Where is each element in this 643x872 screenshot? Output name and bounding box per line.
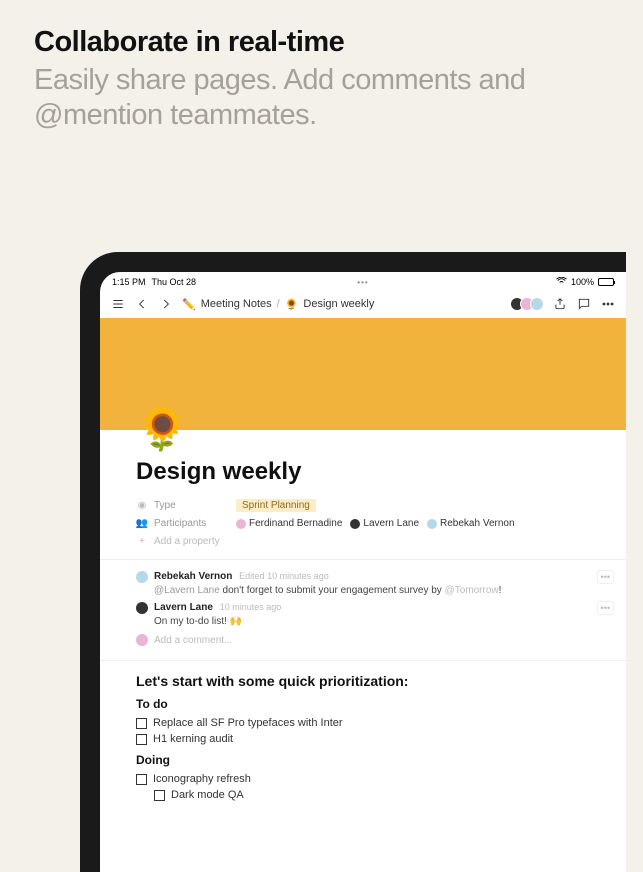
wifi-icon bbox=[556, 277, 567, 287]
tablet-frame: 1:15 PM Thu Oct 28 ••• 100% bbox=[80, 252, 626, 872]
promo-subtitle: Easily share pages. Add comments and @me… bbox=[34, 63, 609, 133]
mention[interactable]: @Lavern Lane bbox=[154, 585, 220, 596]
prop-participants[interactable]: 👥 Participants Ferdinand Bernadine Laver… bbox=[136, 515, 590, 532]
prop-type[interactable]: ◉ Type Sprint Planning bbox=[136, 496, 590, 515]
comment[interactable]: Rebekah Vernon Edited 10 minutes ago @La… bbox=[136, 568, 590, 599]
comments-section: Rebekah Vernon Edited 10 minutes ago @La… bbox=[136, 560, 590, 656]
comment-author: Rebekah Vernon bbox=[154, 571, 232, 582]
multitask-dots: ••• bbox=[357, 278, 368, 287]
participant[interactable]: Rebekah Vernon bbox=[427, 518, 515, 529]
breadcrumb-sep: / bbox=[277, 298, 280, 310]
todo-item[interactable]: H1 kerning audit bbox=[136, 731, 590, 747]
share-button[interactable] bbox=[552, 296, 568, 312]
battery-percent: 100% bbox=[571, 277, 594, 287]
comments-button[interactable] bbox=[576, 296, 592, 312]
add-property-button[interactable]: + Add a property bbox=[136, 532, 590, 555]
pencil-icon: ✏️ bbox=[182, 298, 196, 311]
checkbox[interactable] bbox=[136, 718, 147, 729]
date-mention[interactable]: @Tomorrow bbox=[445, 585, 499, 596]
plus-icon: + bbox=[136, 536, 148, 547]
more-button[interactable] bbox=[600, 296, 616, 312]
todo-item[interactable]: Replace all SF Pro typefaces with Inter bbox=[136, 715, 590, 731]
avatar bbox=[136, 602, 148, 614]
checkbox[interactable] bbox=[136, 734, 147, 745]
breadcrumb-first[interactable]: Meeting Notes bbox=[201, 298, 272, 310]
toolbar: ✏️ Meeting Notes / 🌻 Design weekly bbox=[100, 290, 626, 318]
promo-block: Collaborate in real-time Easily share pa… bbox=[0, 0, 643, 143]
avatar bbox=[136, 634, 148, 646]
checkbox[interactable] bbox=[136, 774, 147, 785]
prop-type-label: Type bbox=[154, 500, 230, 511]
promo-title: Collaborate in real-time bbox=[34, 26, 609, 59]
comment-text: don't forget to submit your engagement s… bbox=[220, 585, 445, 596]
breadcrumb-second[interactable]: Design weekly bbox=[303, 298, 374, 310]
avatar bbox=[530, 297, 544, 311]
page-title[interactable]: Design weekly bbox=[136, 458, 590, 486]
status-time: 1:15 PM bbox=[112, 277, 146, 287]
status-date: Thu Oct 28 bbox=[152, 277, 197, 287]
sidebar-toggle-button[interactable] bbox=[110, 296, 126, 312]
comment[interactable]: Lavern Lane 10 minutes ago On my to-do l… bbox=[136, 599, 590, 630]
tag-icon: ◉ bbox=[136, 500, 148, 511]
avatar bbox=[136, 571, 148, 583]
status-bar: 1:15 PM Thu Oct 28 ••• 100% bbox=[100, 272, 626, 290]
comment-more-button[interactable]: ••• bbox=[597, 570, 614, 584]
battery-icon bbox=[598, 278, 614, 286]
comment-meta: Edited 10 minutes ago bbox=[239, 571, 329, 581]
todo-item[interactable]: Dark mode QA bbox=[136, 787, 590, 803]
collaborator-avatars[interactable] bbox=[510, 297, 544, 311]
participant[interactable]: Ferdinand Bernadine bbox=[236, 518, 342, 529]
prop-participants-label: Participants bbox=[154, 518, 230, 529]
page-icon[interactable]: 🌻 bbox=[136, 408, 590, 450]
comment-text: On my to-do list! 🙌 bbox=[154, 615, 590, 629]
comment-author: Lavern Lane bbox=[154, 602, 213, 613]
back-button[interactable] bbox=[134, 296, 150, 312]
breadcrumb[interactable]: ✏️ Meeting Notes / 🌻 Design weekly bbox=[182, 298, 374, 311]
add-comment-input[interactable]: Add a comment... bbox=[136, 630, 590, 650]
todo-item[interactable]: Iconography refresh bbox=[136, 771, 590, 787]
tag-sprint-planning[interactable]: Sprint Planning bbox=[236, 499, 316, 512]
tablet-screen: 1:15 PM Thu Oct 28 ••• 100% bbox=[100, 272, 626, 872]
checkbox[interactable] bbox=[154, 790, 165, 801]
section-heading[interactable]: Let's start with some quick prioritizati… bbox=[136, 673, 590, 689]
comment-meta: 10 minutes ago bbox=[220, 602, 282, 612]
people-icon: 👥 bbox=[136, 518, 148, 529]
forward-button[interactable] bbox=[158, 296, 174, 312]
participant[interactable]: Lavern Lane bbox=[350, 518, 419, 529]
subheading-todo[interactable]: To do bbox=[136, 697, 590, 711]
sunflower-icon: 🌻 bbox=[285, 298, 299, 311]
comment-more-button[interactable]: ••• bbox=[597, 601, 614, 615]
subheading-doing[interactable]: Doing bbox=[136, 753, 590, 767]
